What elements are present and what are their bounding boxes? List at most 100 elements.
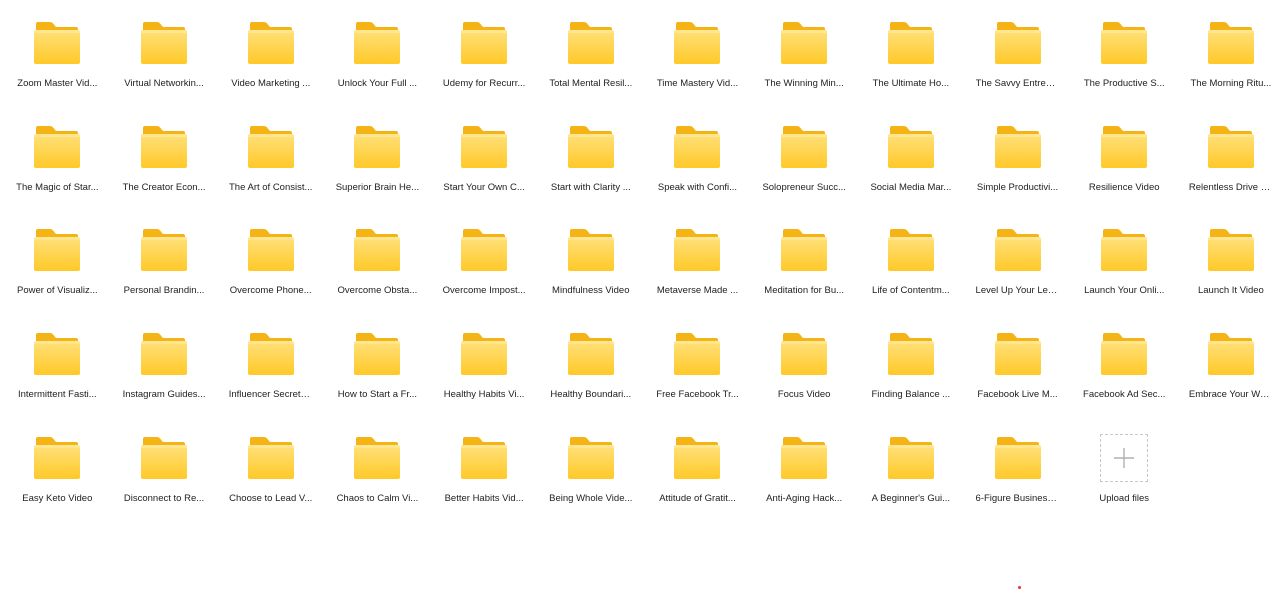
folder-item[interactable]: Time Mastery Vid... [644, 14, 751, 118]
folder-item[interactable]: The Morning Ritu... [1178, 14, 1280, 118]
folder-item[interactable]: Instagram Guides... [111, 325, 218, 429]
folder-item[interactable]: Intermittent Fasti... [4, 325, 111, 429]
folder-item[interactable]: Resilience Video [1071, 118, 1178, 222]
folder-item[interactable]: Facebook Ad Sec... [1071, 325, 1178, 429]
folder-icon [461, 125, 508, 168]
folder-item[interactable]: Life of Contentm... [858, 221, 965, 325]
folder-label: The Magic of Star... [16, 181, 99, 193]
folder-icon [674, 436, 721, 479]
folder-item[interactable]: The Creator Econ... [111, 118, 218, 222]
folder-item[interactable]: Free Facebook Tr... [644, 325, 751, 429]
folder-item[interactable]: Udemy for Recurr... [431, 14, 538, 118]
folder-item[interactable]: Disconnect to Re... [111, 429, 218, 533]
folder-icon [354, 125, 401, 168]
folder-label: Life of Contentm... [872, 285, 950, 297]
folder-icon [567, 333, 614, 376]
folder-icon [141, 125, 188, 168]
folder-label: The Art of Consist... [229, 181, 313, 193]
folder-item[interactable]: Facebook Live M... [964, 325, 1071, 429]
folder-icon [567, 125, 614, 168]
folder-item[interactable]: Overcome Phone... [217, 221, 324, 325]
folder-item[interactable]: Meditation for Bu... [751, 221, 858, 325]
folder-item[interactable]: Start Your Own C... [431, 118, 538, 222]
folder-item[interactable]: Level Up Your Lea... [964, 221, 1071, 325]
folder-item[interactable]: Social Media Mar... [858, 118, 965, 222]
folder-label: Choose to Lead V... [229, 492, 313, 504]
folder-item[interactable]: Finding Balance ... [858, 325, 965, 429]
folder-item[interactable]: The Productive S... [1071, 14, 1178, 118]
folder-item[interactable]: Attitude of Gratit... [644, 429, 751, 533]
folder-item[interactable]: Virtual Networkin... [111, 14, 218, 118]
folder-item[interactable]: Launch Your Onli... [1071, 221, 1178, 325]
folder-icon [781, 125, 828, 168]
folder-item[interactable]: Embrace Your We... [1178, 325, 1280, 429]
folder-label: Attitude of Gratit... [659, 492, 736, 504]
folder-item[interactable]: The Magic of Star... [4, 118, 111, 222]
folder-item[interactable]: Being Whole Vide... [537, 429, 644, 533]
folder-item[interactable]: The Ultimate Ho... [858, 14, 965, 118]
folder-item[interactable]: Mindfulness Video [537, 221, 644, 325]
folder-item[interactable]: Metaverse Made ... [644, 221, 751, 325]
folder-item[interactable]: Video Marketing ... [217, 14, 324, 118]
upload-box[interactable] [1100, 433, 1149, 482]
folder-item[interactable]: Zoom Master Vid... [4, 14, 111, 118]
folder-item[interactable]: Better Habits Vid... [431, 429, 538, 533]
folder-icon [674, 125, 721, 168]
folder-item[interactable]: Chaos to Calm Vi... [324, 429, 431, 533]
folder-item[interactable]: Choose to Lead V... [217, 429, 324, 533]
folder-icon [994, 333, 1041, 376]
folder-label: The Creator Econ... [122, 181, 206, 193]
folder-icon [567, 436, 614, 479]
folder-icon [354, 229, 401, 272]
folder-icon [461, 333, 508, 376]
folder-label: Power of Visualiz... [17, 285, 98, 297]
upload-files-button[interactable]: Upload files [1071, 429, 1178, 533]
folder-item[interactable]: Anti-Aging Hack... [751, 429, 858, 533]
folder-icon [781, 436, 828, 479]
folder-label: Start Your Own C... [443, 181, 525, 193]
folder-icon [34, 333, 81, 376]
folder-label: Influencer Secrets... [228, 389, 313, 401]
folder-item[interactable]: Speak with Confi... [644, 118, 751, 222]
folder-item[interactable]: The Winning Min... [751, 14, 858, 118]
folder-icon [674, 229, 721, 272]
folder-icon [994, 436, 1041, 479]
folder-item[interactable]: Overcome Obsta... [324, 221, 431, 325]
folder-label: Mindfulness Video [552, 285, 630, 297]
folder-item[interactable]: A Beginner's Gui... [858, 429, 965, 533]
folder-item[interactable]: The Savvy Entrepr... [964, 14, 1071, 118]
folder-item[interactable]: Start with Clarity ... [537, 118, 644, 222]
folder-label: Free Facebook Tr... [656, 389, 739, 401]
folder-item[interactable]: Influencer Secrets... [217, 325, 324, 429]
folder-item[interactable]: Focus Video [751, 325, 858, 429]
folder-item[interactable]: Superior Brain He... [324, 118, 431, 222]
folder-item[interactable]: Healthy Boundari... [537, 325, 644, 429]
folder-label: How to Start a Fr... [337, 389, 417, 401]
folder-label: Superior Brain He... [335, 181, 420, 193]
folder-item[interactable]: Healthy Habits Vi... [431, 325, 538, 429]
folder-item[interactable]: Power of Visualiz... [4, 221, 111, 325]
folder-item[interactable]: Personal Brandin... [111, 221, 218, 325]
folder-item[interactable]: The Art of Consist... [217, 118, 324, 222]
folder-item[interactable]: Total Mental Resil... [537, 14, 644, 118]
folder-item[interactable]: Solopreneur Succ... [751, 118, 858, 222]
folder-label: Udemy for Recurr... [442, 78, 526, 89]
folder-label: Simple Productivi... [976, 181, 1059, 193]
folder-item[interactable]: How to Start a Fr... [324, 325, 431, 429]
folder-label: Focus Video [777, 389, 831, 401]
folder-item[interactable]: Simple Productivi... [964, 118, 1071, 222]
folder-item[interactable]: Launch It Video [1178, 221, 1280, 325]
folder-item[interactable]: Easy Keto Video [4, 429, 111, 533]
folder-item[interactable]: Relentless Drive V... [1178, 118, 1280, 222]
folder-label: Speak with Confi... [657, 181, 738, 193]
folder-item[interactable]: 6-Figure Business... [964, 429, 1071, 533]
folder-item[interactable]: Overcome Impost... [431, 221, 538, 325]
folder-icon [887, 333, 934, 376]
red-dot [1018, 586, 1021, 589]
folder-icon [34, 436, 81, 479]
folder-label: Meditation for Bu... [764, 285, 845, 297]
folder-icon [461, 22, 508, 64]
folder-label: Launch Your Onli... [1084, 285, 1165, 297]
folder-label: 6-Figure Business... [975, 492, 1060, 504]
folder-item[interactable]: Unlock Your Full ... [324, 14, 431, 118]
